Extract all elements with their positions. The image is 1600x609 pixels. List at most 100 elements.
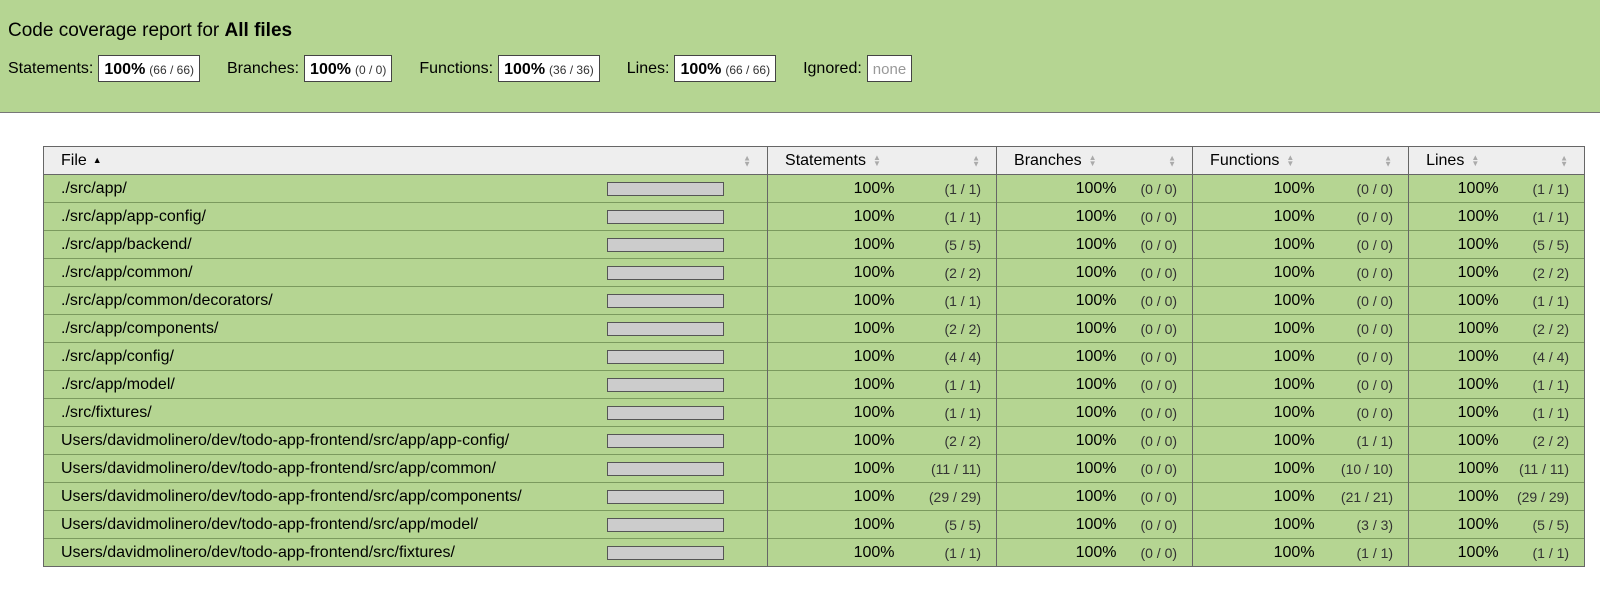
lines-count: (5 / 5) <box>1500 510 1586 539</box>
statements-count: (1 / 1) <box>896 202 998 231</box>
sort-toggle-icon[interactable]: ▲ ▼ <box>1089 153 1097 167</box>
coverage-bar <box>595 454 769 483</box>
functions-count: (0 / 0) <box>1316 258 1410 287</box>
sort-toggle-icon[interactable]: ▲ ▼ <box>972 154 980 168</box>
sort-toggle-icon[interactable]: ▲ ▼ <box>1384 154 1392 168</box>
functions-count: (1 / 1) <box>1316 538 1410 567</box>
file-link[interactable]: ./src/app/config/ <box>43 342 596 371</box>
file-link[interactable]: Users/davidmolinero/dev/todo-app-fronten… <box>43 426 596 455</box>
metric-label: Lines: <box>626 59 670 77</box>
statements-count: (2 / 2) <box>896 314 998 343</box>
metric-percent: 100% <box>504 61 546 78</box>
metric-fraction: (66 / 66) <box>149 63 194 77</box>
column-header-branches[interactable]: Branches ▲ ▼ ▲ ▼ <box>996 146 1194 175</box>
coverage-bar-track <box>606 405 724 420</box>
functions-percent: 100% <box>1192 174 1317 203</box>
sort-toggle-icon[interactable]: ▲ ▼ <box>1560 154 1568 168</box>
sort-ascending-icon: ▲ <box>92 154 102 165</box>
column-header-file[interactable]: File ▲ ▲ ▼ <box>42 146 769 175</box>
statements-count: (11 / 11) <box>896 454 998 483</box>
statements-count: (1 / 1) <box>896 370 998 399</box>
column-header-functions[interactable]: Functions ▲ ▼ ▲ ▼ <box>1192 146 1410 175</box>
functions-percent: 100% <box>1192 510 1317 539</box>
file-link[interactable]: ./src/app/app-config/ <box>43 202 596 231</box>
coverage-bar <box>595 426 769 455</box>
lines-percent: 100% <box>1408 286 1501 315</box>
lines-count: (1 / 1) <box>1500 398 1586 427</box>
coverage-bar-track <box>606 461 724 476</box>
metric-value-box: 100% (66 / 66) <box>98 55 200 82</box>
sort-toggle-icon[interactable]: ▲ ▼ <box>743 154 751 168</box>
statements-percent: 100% <box>767 370 897 399</box>
sort-toggle-icon[interactable]: ▲ ▼ <box>1286 153 1294 167</box>
branches-percent: 100% <box>996 174 1119 203</box>
branches-percent: 100% <box>996 202 1119 231</box>
branches-count: (0 / 0) <box>1118 398 1194 427</box>
lines-percent: 100% <box>1408 454 1501 483</box>
coverage-bar <box>595 538 769 567</box>
coverage-bar <box>595 286 769 315</box>
lines-percent: 100% <box>1408 426 1501 455</box>
coverage-summary: Statements: 100% (66 / 66) Branches: 100… <box>8 54 939 83</box>
branches-percent: 100% <box>996 482 1119 511</box>
file-link[interactable]: Users/davidmolinero/dev/todo-app-fronten… <box>43 538 596 567</box>
coverage-bar-track <box>606 489 724 504</box>
file-link[interactable]: ./src/app/common/ <box>43 258 596 287</box>
statements-count: (1 / 1) <box>896 286 998 315</box>
table-row: Users/davidmolinero/dev/todo-app-fronten… <box>43 426 1586 455</box>
lines-percent: 100% <box>1408 398 1501 427</box>
coverage-bar-track <box>606 237 724 252</box>
statements-percent: 100% <box>767 230 897 259</box>
statements-percent: 100% <box>767 286 897 315</box>
file-link[interactable]: ./src/fixtures/ <box>43 398 596 427</box>
file-link[interactable]: ./src/app/ <box>43 174 596 203</box>
file-link[interactable]: ./src/app/common/decorators/ <box>43 286 596 315</box>
file-link[interactable]: Users/davidmolinero/dev/todo-app-fronten… <box>43 482 596 511</box>
title-prefix: Code coverage report for <box>8 20 225 41</box>
functions-percent: 100% <box>1192 454 1317 483</box>
functions-percent: 100% <box>1192 258 1317 287</box>
lines-percent: 100% <box>1408 482 1501 511</box>
coverage-bar <box>595 258 769 287</box>
statements-count: (4 / 4) <box>896 342 998 371</box>
statements-count: (1 / 1) <box>896 538 998 567</box>
functions-percent: 100% <box>1192 370 1317 399</box>
summary-statements: Statements: 100% (66 / 66) <box>8 55 200 82</box>
functions-percent: 100% <box>1192 342 1317 371</box>
functions-count: (0 / 0) <box>1316 202 1410 231</box>
file-link[interactable]: ./src/app/components/ <box>43 314 596 343</box>
functions-count: (0 / 0) <box>1316 314 1410 343</box>
coverage-bar-track <box>606 433 724 448</box>
statements-count: (2 / 2) <box>896 426 998 455</box>
lines-percent: 100% <box>1408 174 1501 203</box>
statements-count: (5 / 5) <box>896 510 998 539</box>
sort-toggle-icon[interactable]: ▲ ▼ <box>1471 153 1479 167</box>
functions-percent: 100% <box>1192 314 1317 343</box>
summary-ignored: Ignored: none <box>803 55 913 82</box>
coverage-table: File ▲ ▲ ▼ Statements ▲ ▼ ▲ ▼ Branches ▲ ▼ ▲ ▼ F… <box>42 146 1586 567</box>
lines-percent: 100% <box>1408 314 1501 343</box>
file-link[interactable]: ./src/app/backend/ <box>43 230 596 259</box>
sort-toggle-icon[interactable]: ▲ ▼ <box>873 153 881 167</box>
column-header-label: Statements <box>785 151 866 169</box>
column-header-lines[interactable]: Lines ▲ ▼ ▲ ▼ <box>1408 146 1586 175</box>
summary-header: Code coverage report for All files State… <box>0 0 1600 113</box>
branches-percent: 100% <box>996 314 1119 343</box>
column-header-statements[interactable]: Statements ▲ ▼ ▲ ▼ <box>767 146 998 175</box>
coverage-bar-track <box>606 349 724 364</box>
file-link[interactable]: Users/davidmolinero/dev/todo-app-fronten… <box>43 454 596 483</box>
functions-count: (3 / 3) <box>1316 510 1410 539</box>
metric-percent: 100% <box>310 61 351 78</box>
statements-percent: 100% <box>767 482 897 511</box>
metric-value-box: 100% (36 / 36) <box>498 55 600 82</box>
file-link[interactable]: Users/davidmolinero/dev/todo-app-fronten… <box>43 510 596 539</box>
coverage-bar-track <box>606 517 724 532</box>
file-link[interactable]: ./src/app/model/ <box>43 370 596 399</box>
statements-count: (29 / 29) <box>896 482 998 511</box>
functions-percent: 100% <box>1192 202 1317 231</box>
column-header-label: Functions <box>1210 151 1280 169</box>
coverage-bar-track <box>606 209 724 224</box>
branches-count: (0 / 0) <box>1118 286 1194 315</box>
statements-count: (5 / 5) <box>896 230 998 259</box>
sort-toggle-icon[interactable]: ▲ ▼ <box>1168 154 1176 168</box>
